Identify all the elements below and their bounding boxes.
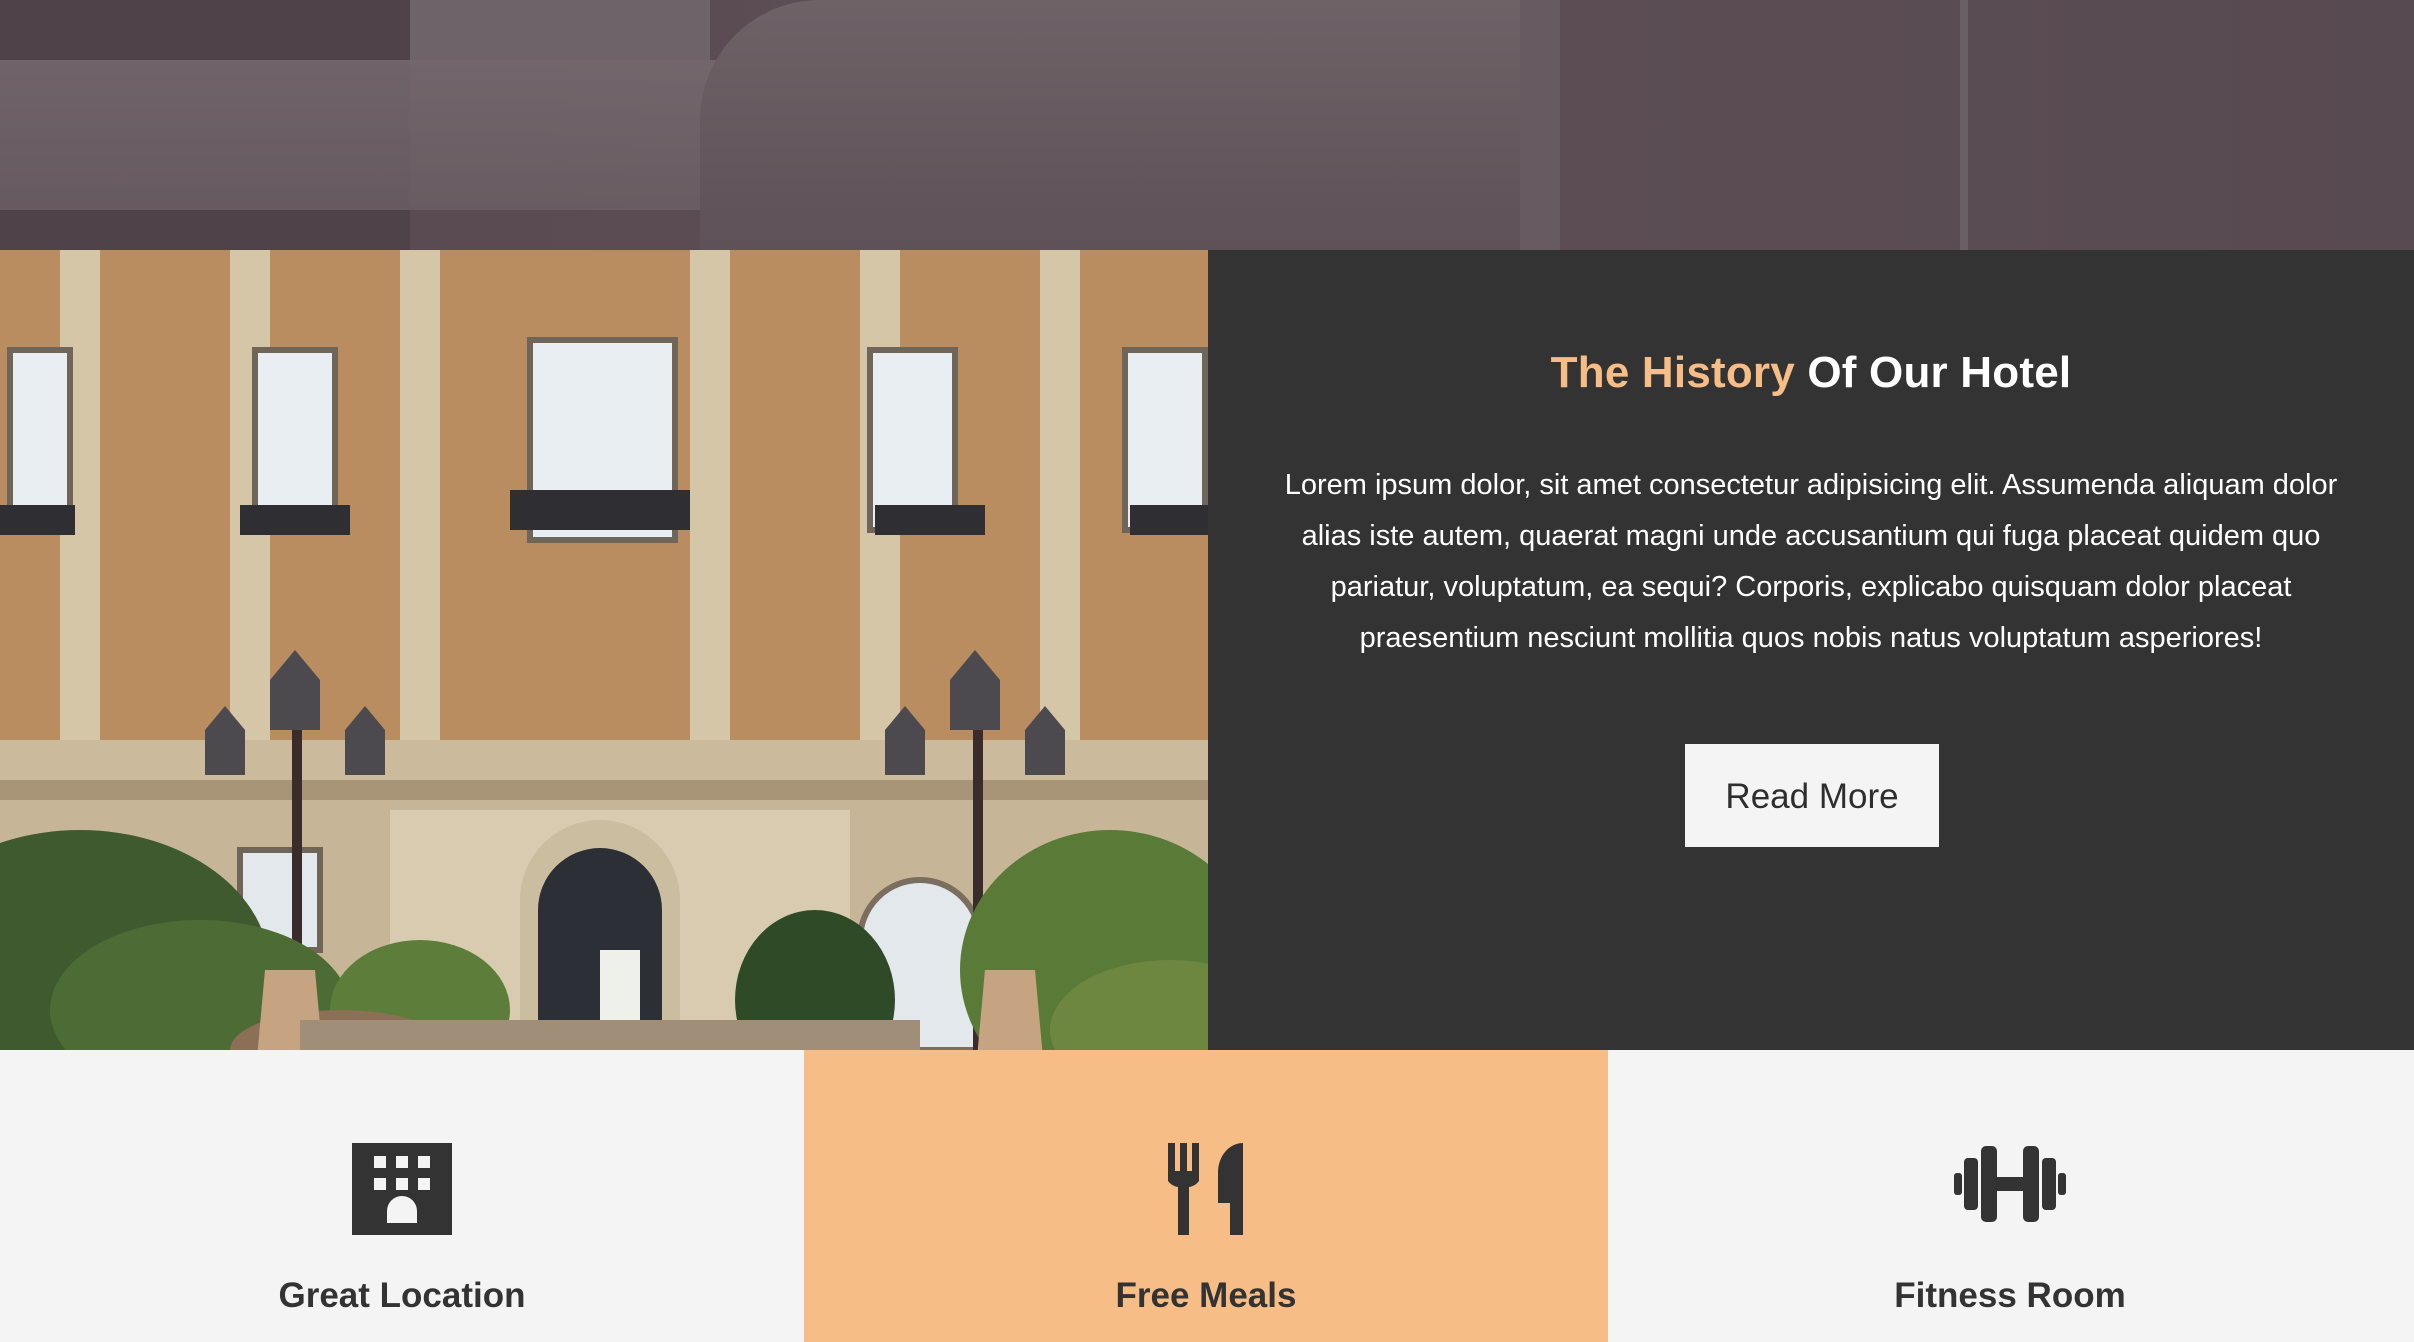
- dumbbell-icon: [1954, 1146, 2066, 1222]
- feature-fitness-room: Fitness Room: [1608, 1050, 2412, 1342]
- feature-great-location: Great Location: [0, 1050, 804, 1342]
- history-body-text: Lorem ipsum dolor, sit amet consectetur …: [1284, 469, 2338, 654]
- history-title-rest: Of Our Hotel: [1807, 348, 2072, 397]
- history-panel: The History Of Our Hotel Lorem ipsum dol…: [1208, 250, 2414, 1050]
- history-title: The History Of Our Hotel: [1208, 348, 2414, 398]
- hero-bedside-table: [410, 0, 710, 60]
- history-title-accent: The History: [1550, 348, 1795, 397]
- hero-wall-edge: [1960, 0, 1968, 250]
- feature-free-meals: Free Meals: [804, 1050, 1608, 1342]
- feature-label: Fitness Room: [1894, 1276, 2126, 1315]
- read-more-button[interactable]: Read More: [1685, 744, 1939, 847]
- hero-pillow: [700, 0, 1520, 250]
- hero-curtain: [1520, 0, 1560, 250]
- history-section: The History Of Our Hotel Lorem ipsum dol…: [0, 250, 2414, 1050]
- building-icon: [352, 1143, 452, 1235]
- utensils-icon: [1168, 1143, 1243, 1235]
- hotel-facade-image: [0, 250, 1208, 1050]
- hero-banner: [0, 0, 2414, 250]
- feature-label: Great Location: [278, 1276, 526, 1315]
- feature-label: Free Meals: [1115, 1276, 1297, 1315]
- features-section: Great Location Free Meals Fitness Room: [0, 1050, 2414, 1342]
